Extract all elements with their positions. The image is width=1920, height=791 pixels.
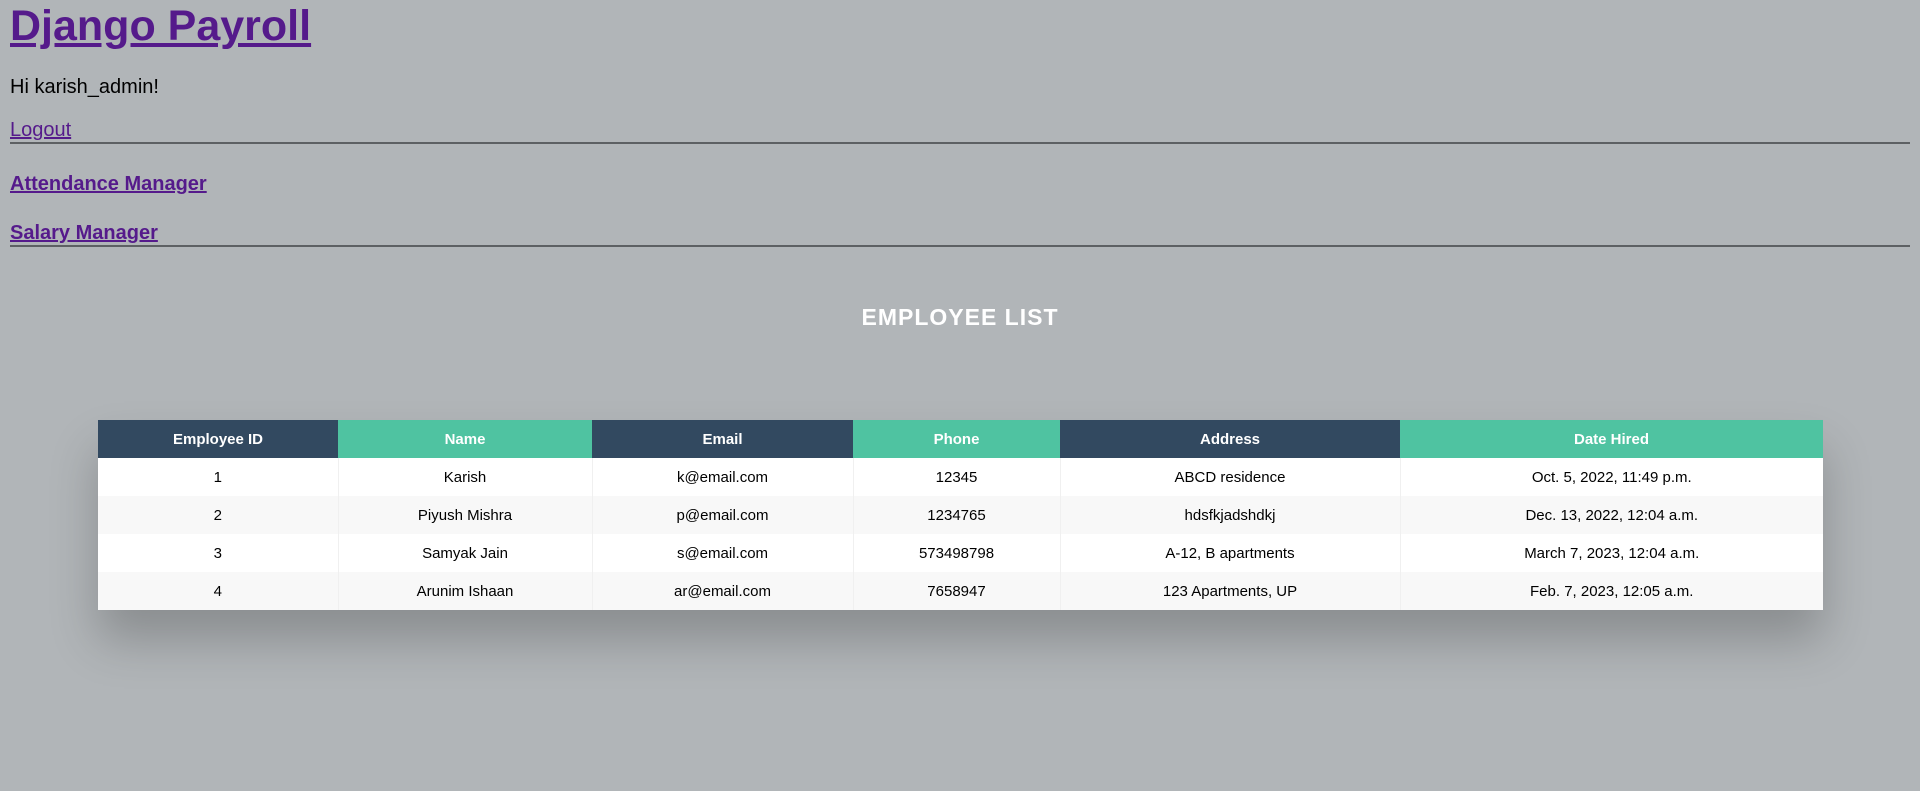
cell-email: s@email.com — [592, 534, 854, 572]
table-row: 1 Karish k@email.com 12345 ABCD residenc… — [98, 458, 1823, 496]
site-title: Django Payroll — [10, 0, 1910, 50]
greeting-text: Hi karish_admin! — [10, 76, 159, 98]
column-header-address: Address — [1060, 420, 1400, 458]
cell-email: p@email.com — [592, 496, 854, 534]
cell-phone: 12345 — [853, 458, 1061, 496]
cell-date-hired: Dec. 13, 2022, 12:04 a.m. — [1400, 496, 1823, 534]
cell-date-hired: March 7, 2023, 12:04 a.m. — [1400, 534, 1823, 572]
table-row: 4 Arunim Ishaan ar@email.com 7658947 123… — [98, 572, 1823, 610]
column-header-email: Email — [592, 420, 853, 458]
cell-address: A-12, B apartments — [1060, 534, 1401, 572]
employee-list-heading: EMPLOYEE LIST — [861, 304, 1059, 330]
cell-employee-id: 1 — [98, 458, 339, 496]
employee-table: Employee ID Name Email Phone Address Dat… — [98, 420, 1823, 610]
cell-email: k@email.com — [592, 458, 854, 496]
cell-address: 123 Apartments, UP — [1060, 572, 1401, 610]
table-row: 3 Samyak Jain s@email.com 573498798 A-12… — [98, 534, 1823, 572]
column-header-employee-id: Employee ID — [98, 420, 338, 458]
cell-name: Samyak Jain — [338, 534, 593, 572]
attendance-manager-link[interactable]: Attendance Manager — [10, 172, 207, 196]
column-header-phone: Phone — [853, 420, 1060, 458]
cell-name: Piyush Mishra — [338, 496, 593, 534]
page: Django Payroll Hi karish_admin! Logout A… — [10, 0, 1910, 331]
cell-employee-id: 2 — [98, 496, 339, 534]
site-title-link[interactable]: Django Payroll — [10, 2, 311, 50]
cell-phone: 1234765 — [853, 496, 1061, 534]
cell-employee-id: 3 — [98, 534, 339, 572]
employee-table-container: Employee ID Name Email Phone Address Dat… — [98, 420, 1823, 610]
cell-date-hired: Feb. 7, 2023, 12:05 a.m. — [1400, 572, 1823, 610]
cell-phone: 573498798 — [853, 534, 1061, 572]
cell-email: ar@email.com — [592, 572, 854, 610]
salary-manager-link[interactable]: Salary Manager — [10, 221, 158, 245]
divider-top — [10, 142, 1910, 144]
column-header-date-hired: Date Hired — [1400, 420, 1823, 458]
table-header-row: Employee ID Name Email Phone Address Dat… — [98, 420, 1823, 458]
cell-name: Arunim Ishaan — [338, 572, 593, 610]
cell-address: ABCD residence — [1060, 458, 1401, 496]
logout-link[interactable]: Logout — [10, 118, 71, 142]
divider-bottom — [10, 245, 1910, 247]
cell-date-hired: Oct. 5, 2022, 11:49 p.m. — [1400, 458, 1823, 496]
cell-phone: 7658947 — [853, 572, 1061, 610]
column-header-name: Name — [338, 420, 592, 458]
cell-address: hdsfkjadshdkj — [1060, 496, 1401, 534]
cell-employee-id: 4 — [98, 572, 339, 610]
table-row: 2 Piyush Mishra p@email.com 1234765 hdsf… — [98, 496, 1823, 534]
cell-name: Karish — [338, 458, 593, 496]
